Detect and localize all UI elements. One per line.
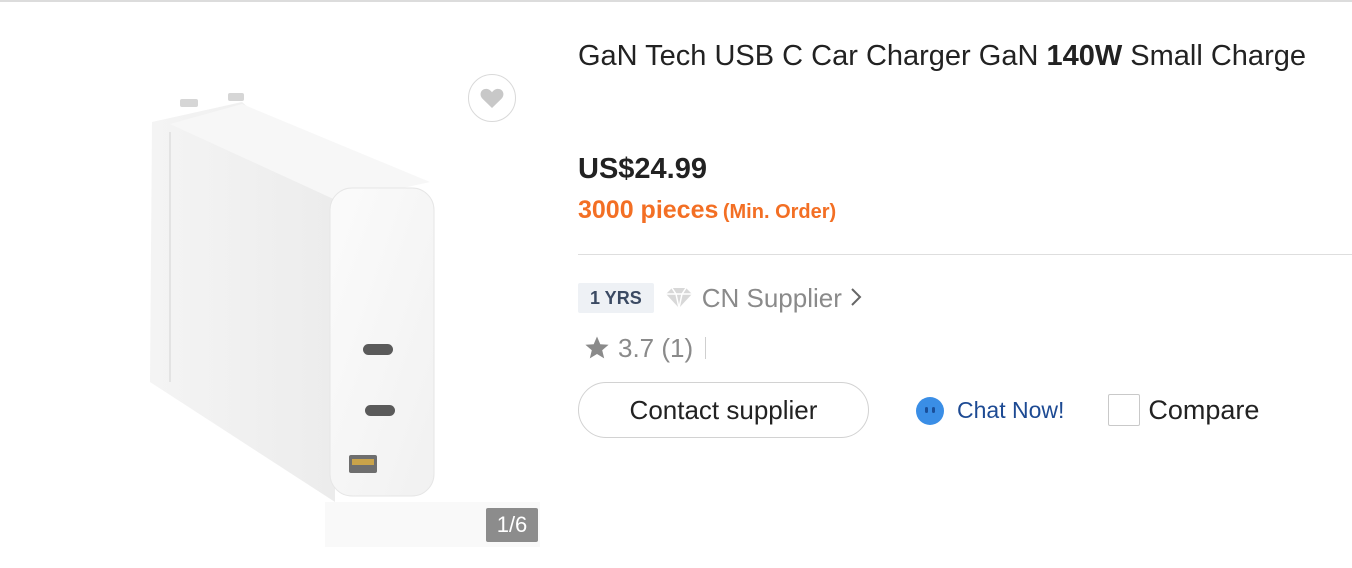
title-text: GaN Tech USB C Car Charger GaN [578,40,1047,72]
product-info: GaN Tech USB C Car Charger GaN 140W Smal… [578,0,1352,568]
rating-row: 3.7 (1) [584,332,707,364]
min-order-quantity: 3000 pieces [578,196,719,224]
compare-toggle[interactable]: Compare [1108,394,1259,426]
chat-now-link[interactable]: Chat Now! [913,393,1064,427]
years-badge: 1 YRS [578,283,654,313]
star-icon [585,336,609,359]
favorite-button[interactable] [468,74,516,122]
supplier-row: 1 YRS CN Supplier [578,282,862,314]
actions-row: Contact supplier Chat Now! Compare [578,382,1259,438]
chat-now-label: Chat Now! [957,396,1065,423]
image-counter: 1/6 [486,508,538,542]
title-wattage: 140W [1046,40,1123,72]
price: US$24.99 [578,153,707,185]
product-title[interactable]: GaN Tech USB C Car Charger GaN 140W Smal… [578,40,1306,73]
title-text-tail: Small Charge [1122,40,1306,72]
min-order-note: (Min. Order) [722,201,837,223]
chevron-right-icon[interactable] [850,285,862,311]
compare-label: Compare [1148,394,1260,425]
section-divider [578,254,1352,255]
min-order: 3000 pieces (Min. Order) [578,196,836,225]
diamond-icon [664,286,694,310]
product-image[interactable] [130,62,540,547]
heart-icon [480,88,504,108]
chat-bubble-icon [916,397,944,425]
rating-value[interactable]: 3.7 (1) [618,333,693,364]
contact-supplier-button[interactable]: Contact supplier [578,382,869,438]
supplier-link[interactable]: CN Supplier [702,283,842,314]
image-gallery: 1/6 [0,2,560,568]
compare-checkbox[interactable] [1108,394,1141,426]
rating-separator [705,337,707,359]
